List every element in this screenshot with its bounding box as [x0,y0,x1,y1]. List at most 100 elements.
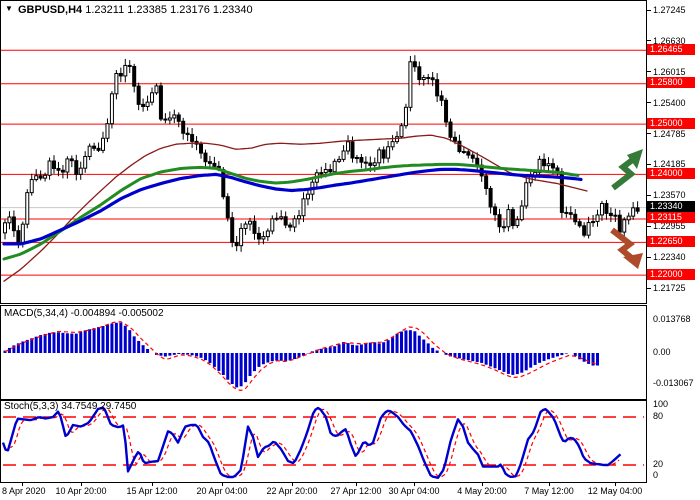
candle-body [8,217,11,223]
macd-bar [208,353,211,363]
macd-label: MACD(5,34,4) -0.004894 -0.005002 [4,308,164,319]
time-label: 4 May 20:00 [457,486,507,496]
stoch-axis-label: 100 [653,399,668,409]
candle-body [636,208,639,211]
macd-bar [159,353,162,356]
candle-body [53,161,56,168]
price-level-label: 1.22000 [647,269,695,280]
macd-bar [164,353,167,357]
macd-bar [191,353,194,355]
macd-axis-label: -0.013067 [653,378,694,388]
macd-bar [275,353,278,360]
macd-bar [520,353,523,373]
macd-bar [168,353,171,356]
macd-bar [253,353,256,371]
macd-bar [226,353,229,380]
macd-bar [560,353,563,355]
macd-bar [137,341,140,353]
macd-bar [427,343,430,353]
candle-body [110,94,113,124]
candle-body [240,228,243,245]
candle-body [355,158,358,159]
macd-bar [333,346,336,353]
chart-title: GBPUSD,H4 1.23211 1.23385 1.23176 1.2334… [18,4,253,16]
candle-body [369,163,372,165]
candle-body [70,159,73,161]
candle-body [137,86,140,104]
candle-body [320,173,323,174]
macd-bar [507,353,510,374]
macd-bar [124,326,127,353]
candle-body [186,133,189,134]
macd-bar [195,353,198,356]
candle-body [507,210,510,227]
macd-bar [413,331,416,353]
candle-body [231,218,234,243]
macd-bar [462,353,465,359]
macd-bar [240,353,243,386]
macd-bar [173,353,176,355]
candle-body [298,216,301,219]
candle-body [440,96,443,100]
stoch-canvas[interactable] [1,401,646,482]
ma-line-green [4,164,578,259]
main-chart-canvas[interactable] [1,1,646,303]
macd-bar [61,333,64,353]
macd-bar [511,353,514,375]
candle-body [431,78,434,80]
macd-bar [324,348,327,353]
candle-body [618,215,621,232]
macd-bar [502,353,505,372]
candle-body [614,215,617,216]
candle-body [151,93,154,102]
macd-bar [53,332,56,353]
macd-bar [88,329,91,353]
price-axis-tick [647,102,651,103]
macd-bar [431,348,434,353]
symbol-dropdown-icon[interactable]: ▼ [5,5,13,13]
candle-body [605,203,608,213]
up-arrow-icon-shaft [613,158,635,188]
candle-body [106,124,109,139]
candle-body [191,135,194,142]
macd-bar [142,345,145,353]
candle-body [551,164,554,168]
macd-bar [369,343,372,353]
candle-body [39,176,42,178]
candle-body [44,175,47,178]
candle-body [342,151,345,159]
stoch-panel [0,400,647,483]
candle-body [306,194,309,199]
price-axis[interactable]: 1.272451.266301.260151.254001.247851.241… [647,0,700,483]
symbol-label: GBPUSD,H4 [18,4,82,16]
candle-body [26,193,29,225]
candle-body [382,150,385,158]
macd-bar [587,353,590,364]
macd-bar [485,353,488,365]
candle-body [257,233,260,239]
macd-canvas[interactable] [1,306,646,399]
candle-body [93,146,96,148]
macd-bar [476,353,479,362]
time-label: 12 May 04:00 [588,486,643,496]
candle-body [12,217,15,231]
candle-body [222,170,225,197]
time-label: 27 Apr 12:00 [330,486,381,496]
candle-body [378,150,381,163]
candle-body [543,159,546,165]
candle-body [57,168,60,170]
candle-body [427,78,430,79]
candle-body [511,210,514,226]
macd-bar [133,336,136,353]
price-axis-tick [647,257,651,258]
candle-body [592,222,595,223]
time-axis[interactable]: 8 Apr 202010 Apr 20:0015 Apr 12:0020 Apr… [0,483,700,500]
macd-histogram [4,323,600,388]
price-level-label: 1.22650 [647,236,695,247]
price-axis-tick [647,288,651,289]
macd-bar [489,353,492,366]
macd-bar [21,341,24,353]
price-level-label: 1.25800 [647,77,695,88]
candle-body [271,219,274,231]
macd-bar [222,353,225,375]
